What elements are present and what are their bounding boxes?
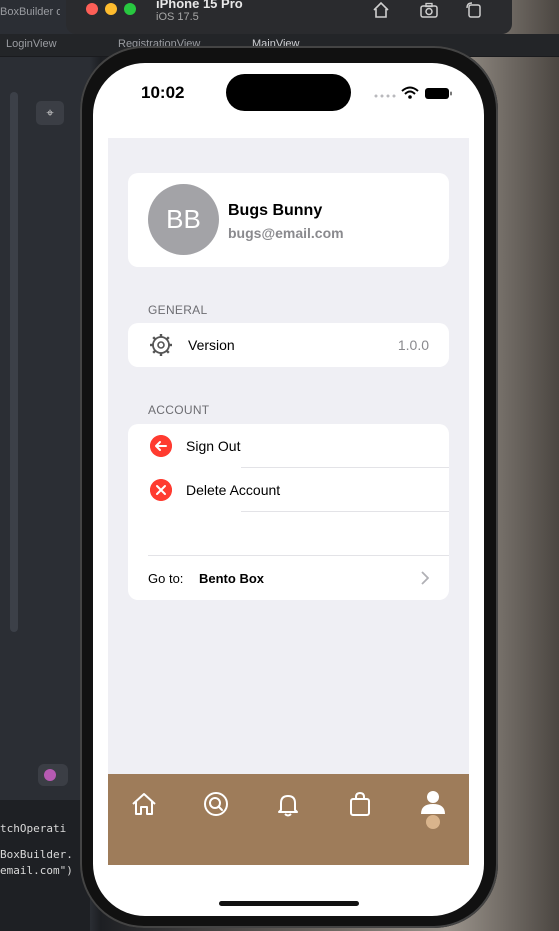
editor-scrollbar[interactable]: [10, 92, 18, 632]
rotate-device-icon[interactable]: [464, 0, 484, 20]
account-card: Sign Out Delete Account Go to: Bento Box: [128, 424, 449, 600]
console-line: tchOperati: [0, 822, 67, 835]
goto-bento-box-row[interactable]: Go to: Bento Box: [128, 556, 449, 600]
home-icon[interactable]: [130, 790, 158, 818]
zoom-window-button[interactable]: [124, 3, 136, 15]
simulator-title-bar: iPhone 15 Pro iOS 17.5: [66, 0, 512, 34]
wifi-icon: [401, 86, 419, 99]
phone-screen: 10:02 BB Bugs Bunny bugs@email.com GENER…: [93, 63, 484, 916]
xcode-scheme-breadcrumb[interactable]: BoxBuilder on: [0, 6, 60, 18]
delete-icon: [150, 479, 172, 501]
profile-email: bugs@email.com: [228, 225, 344, 241]
profile-name: Bugs Bunny: [228, 202, 323, 219]
debug-console: tchOperati BoxBuilder. email.com"): [0, 800, 90, 931]
close-window-button[interactable]: [86, 3, 98, 15]
section-header-general: GENERAL: [148, 303, 208, 317]
live-preview-button[interactable]: [38, 764, 68, 786]
delete-account-label: Delete Account: [186, 482, 281, 498]
simulator-os-version: iOS 17.5: [156, 11, 199, 23]
version-row: Version 1.0.0: [128, 323, 449, 367]
person-icon[interactable]: [418, 790, 448, 830]
pin-preview-button[interactable]: ⌖: [36, 101, 64, 125]
status-icons: [374, 86, 452, 99]
sign-out-label: Sign Out: [186, 438, 241, 454]
chevron-right-icon: [421, 571, 429, 585]
screenshot-icon[interactable]: [419, 0, 439, 20]
row-divider: [241, 511, 449, 512]
avatar[interactable]: BB: [148, 184, 219, 255]
goto-target: Bento Box: [199, 571, 264, 586]
goto-prefix: Go to:: [148, 571, 184, 586]
bell-icon[interactable]: [274, 790, 302, 818]
version-label: Version: [188, 337, 235, 353]
status-time: 10:02: [141, 83, 185, 102]
bag-icon[interactable]: [346, 790, 374, 818]
gear-icon: [150, 334, 172, 356]
pin-icon: ⌖: [46, 105, 54, 120]
minimize-window-button[interactable]: [105, 3, 117, 15]
xcode-tab-login[interactable]: LoginView: [6, 38, 57, 50]
profile-card[interactable]: BB Bugs Bunny bugs@email.com: [128, 173, 449, 267]
profile-screen: BB Bugs Bunny bugs@email.com GENERAL Ver…: [108, 138, 469, 865]
search-icon[interactable]: [202, 790, 230, 818]
home-button-icon[interactable]: [371, 0, 391, 20]
section-header-account: ACCOUNT: [148, 403, 210, 417]
record-icon: [44, 769, 56, 781]
console-line: BoxBuilder.: [0, 848, 73, 861]
version-value: 1.0.0: [397, 337, 429, 353]
dynamic-island: [226, 74, 351, 111]
sign-out-icon: [150, 435, 172, 457]
console-line: email.com"): [0, 864, 73, 877]
delete-account-row[interactable]: Delete Account: [128, 468, 449, 512]
battery-icon: [425, 88, 452, 99]
tab-bar: [108, 774, 469, 865]
home-indicator[interactable]: [219, 901, 359, 906]
simulator-device-name: iPhone 15 Pro: [156, 0, 243, 11]
sign-out-row[interactable]: Sign Out: [128, 424, 449, 468]
cellular-icon: [374, 94, 396, 98]
